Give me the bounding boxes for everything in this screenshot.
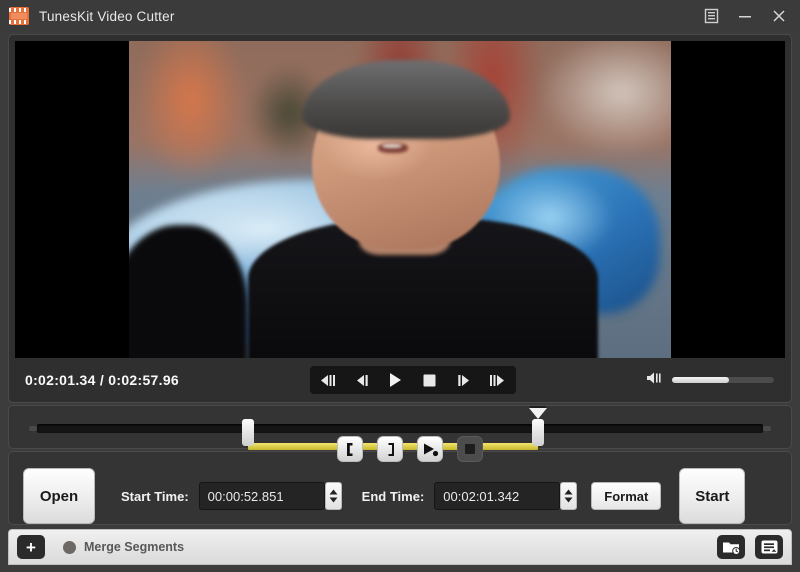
start-button[interactable]: Start <box>679 468 746 524</box>
chevron-down-icon <box>564 497 573 503</box>
chevron-down-icon <box>329 497 338 503</box>
stop-preview-button[interactable] <box>457 436 483 462</box>
controls-panel: Open Start Time: 00:00:52.851 End Time: … <box>8 436 792 525</box>
bottom-bar-actions <box>717 535 783 559</box>
stop-icon[interactable] <box>420 369 440 391</box>
controls-row: Open Start Time: 00:00:52.851 End Time: … <box>9 468 791 524</box>
timeline-track[interactable] <box>37 424 763 450</box>
timecode-display: 0:02:01.34 / 0:02:57.96 <box>25 372 180 388</box>
playhead-marker[interactable] <box>528 408 547 419</box>
volume-slider-fill <box>671 377 730 383</box>
chevron-up-icon <box>329 489 338 495</box>
transport-bar: 0:02:01.34 / 0:02:57.96 <box>15 358 785 402</box>
menu-list-icon[interactable] <box>696 2 726 30</box>
timeline-end-handle[interactable] <box>531 419 544 446</box>
hair <box>301 60 511 140</box>
person-subject <box>248 60 598 358</box>
start-time-input[interactable]: 00:00:52.851 <box>198 482 325 510</box>
preview-segment-button[interactable] <box>417 436 443 462</box>
video-frame <box>129 41 671 358</box>
playback-controls <box>308 365 517 395</box>
set-end-point-button[interactable] <box>377 436 403 462</box>
merge-segments-checkbox[interactable] <box>63 540 76 554</box>
skip-backward-icon[interactable] <box>318 369 338 391</box>
chevron-up-icon <box>564 489 573 495</box>
video-panel: 0:02:01.34 / 0:02:57.96 <box>8 34 792 403</box>
folder-clock-icon[interactable] <box>717 535 745 559</box>
next-frame-icon[interactable] <box>454 369 474 391</box>
volume-icon[interactable] <box>646 371 663 390</box>
start-time-label: Start Time: <box>121 488 189 504</box>
play-icon[interactable] <box>386 369 406 391</box>
open-button[interactable]: Open <box>23 468 95 524</box>
set-start-point-button[interactable] <box>337 436 363 462</box>
minimize-icon[interactable] <box>730 2 760 30</box>
end-time-label: End Time: <box>361 488 425 504</box>
bottom-bar: + Merge Segments <box>8 529 792 565</box>
timeline-cap-left <box>29 426 37 431</box>
volume-control[interactable] <box>646 371 775 390</box>
timeline-start-handle[interactable] <box>241 419 254 446</box>
timeline-cap-right <box>763 426 771 431</box>
add-segment-button[interactable]: + <box>17 535 45 559</box>
trim-tools <box>337 436 483 462</box>
film-strip-logo <box>9 7 29 25</box>
window-title: TunesKit Video Cutter <box>39 8 175 24</box>
skip-forward-icon[interactable] <box>488 369 508 391</box>
window-controls <box>696 2 794 30</box>
volume-slider[interactable] <box>670 376 775 384</box>
start-time-stepper[interactable] <box>324 482 342 510</box>
app-window: TunesKit Video Cutter 0:02:01.34 / 0:02:… <box>0 0 800 572</box>
close-icon[interactable] <box>764 2 794 30</box>
format-button[interactable]: Format <box>591 482 662 510</box>
end-time-input[interactable]: 00:02:01.342 <box>434 482 561 510</box>
previous-frame-icon[interactable] <box>352 369 372 391</box>
end-time-stepper[interactable] <box>560 482 578 510</box>
title-bar: TunesKit Video Cutter <box>0 0 800 32</box>
video-stage[interactable] <box>15 41 785 358</box>
merge-segments-label: Merge Segments <box>84 540 185 554</box>
list-settings-icon[interactable] <box>755 535 783 559</box>
